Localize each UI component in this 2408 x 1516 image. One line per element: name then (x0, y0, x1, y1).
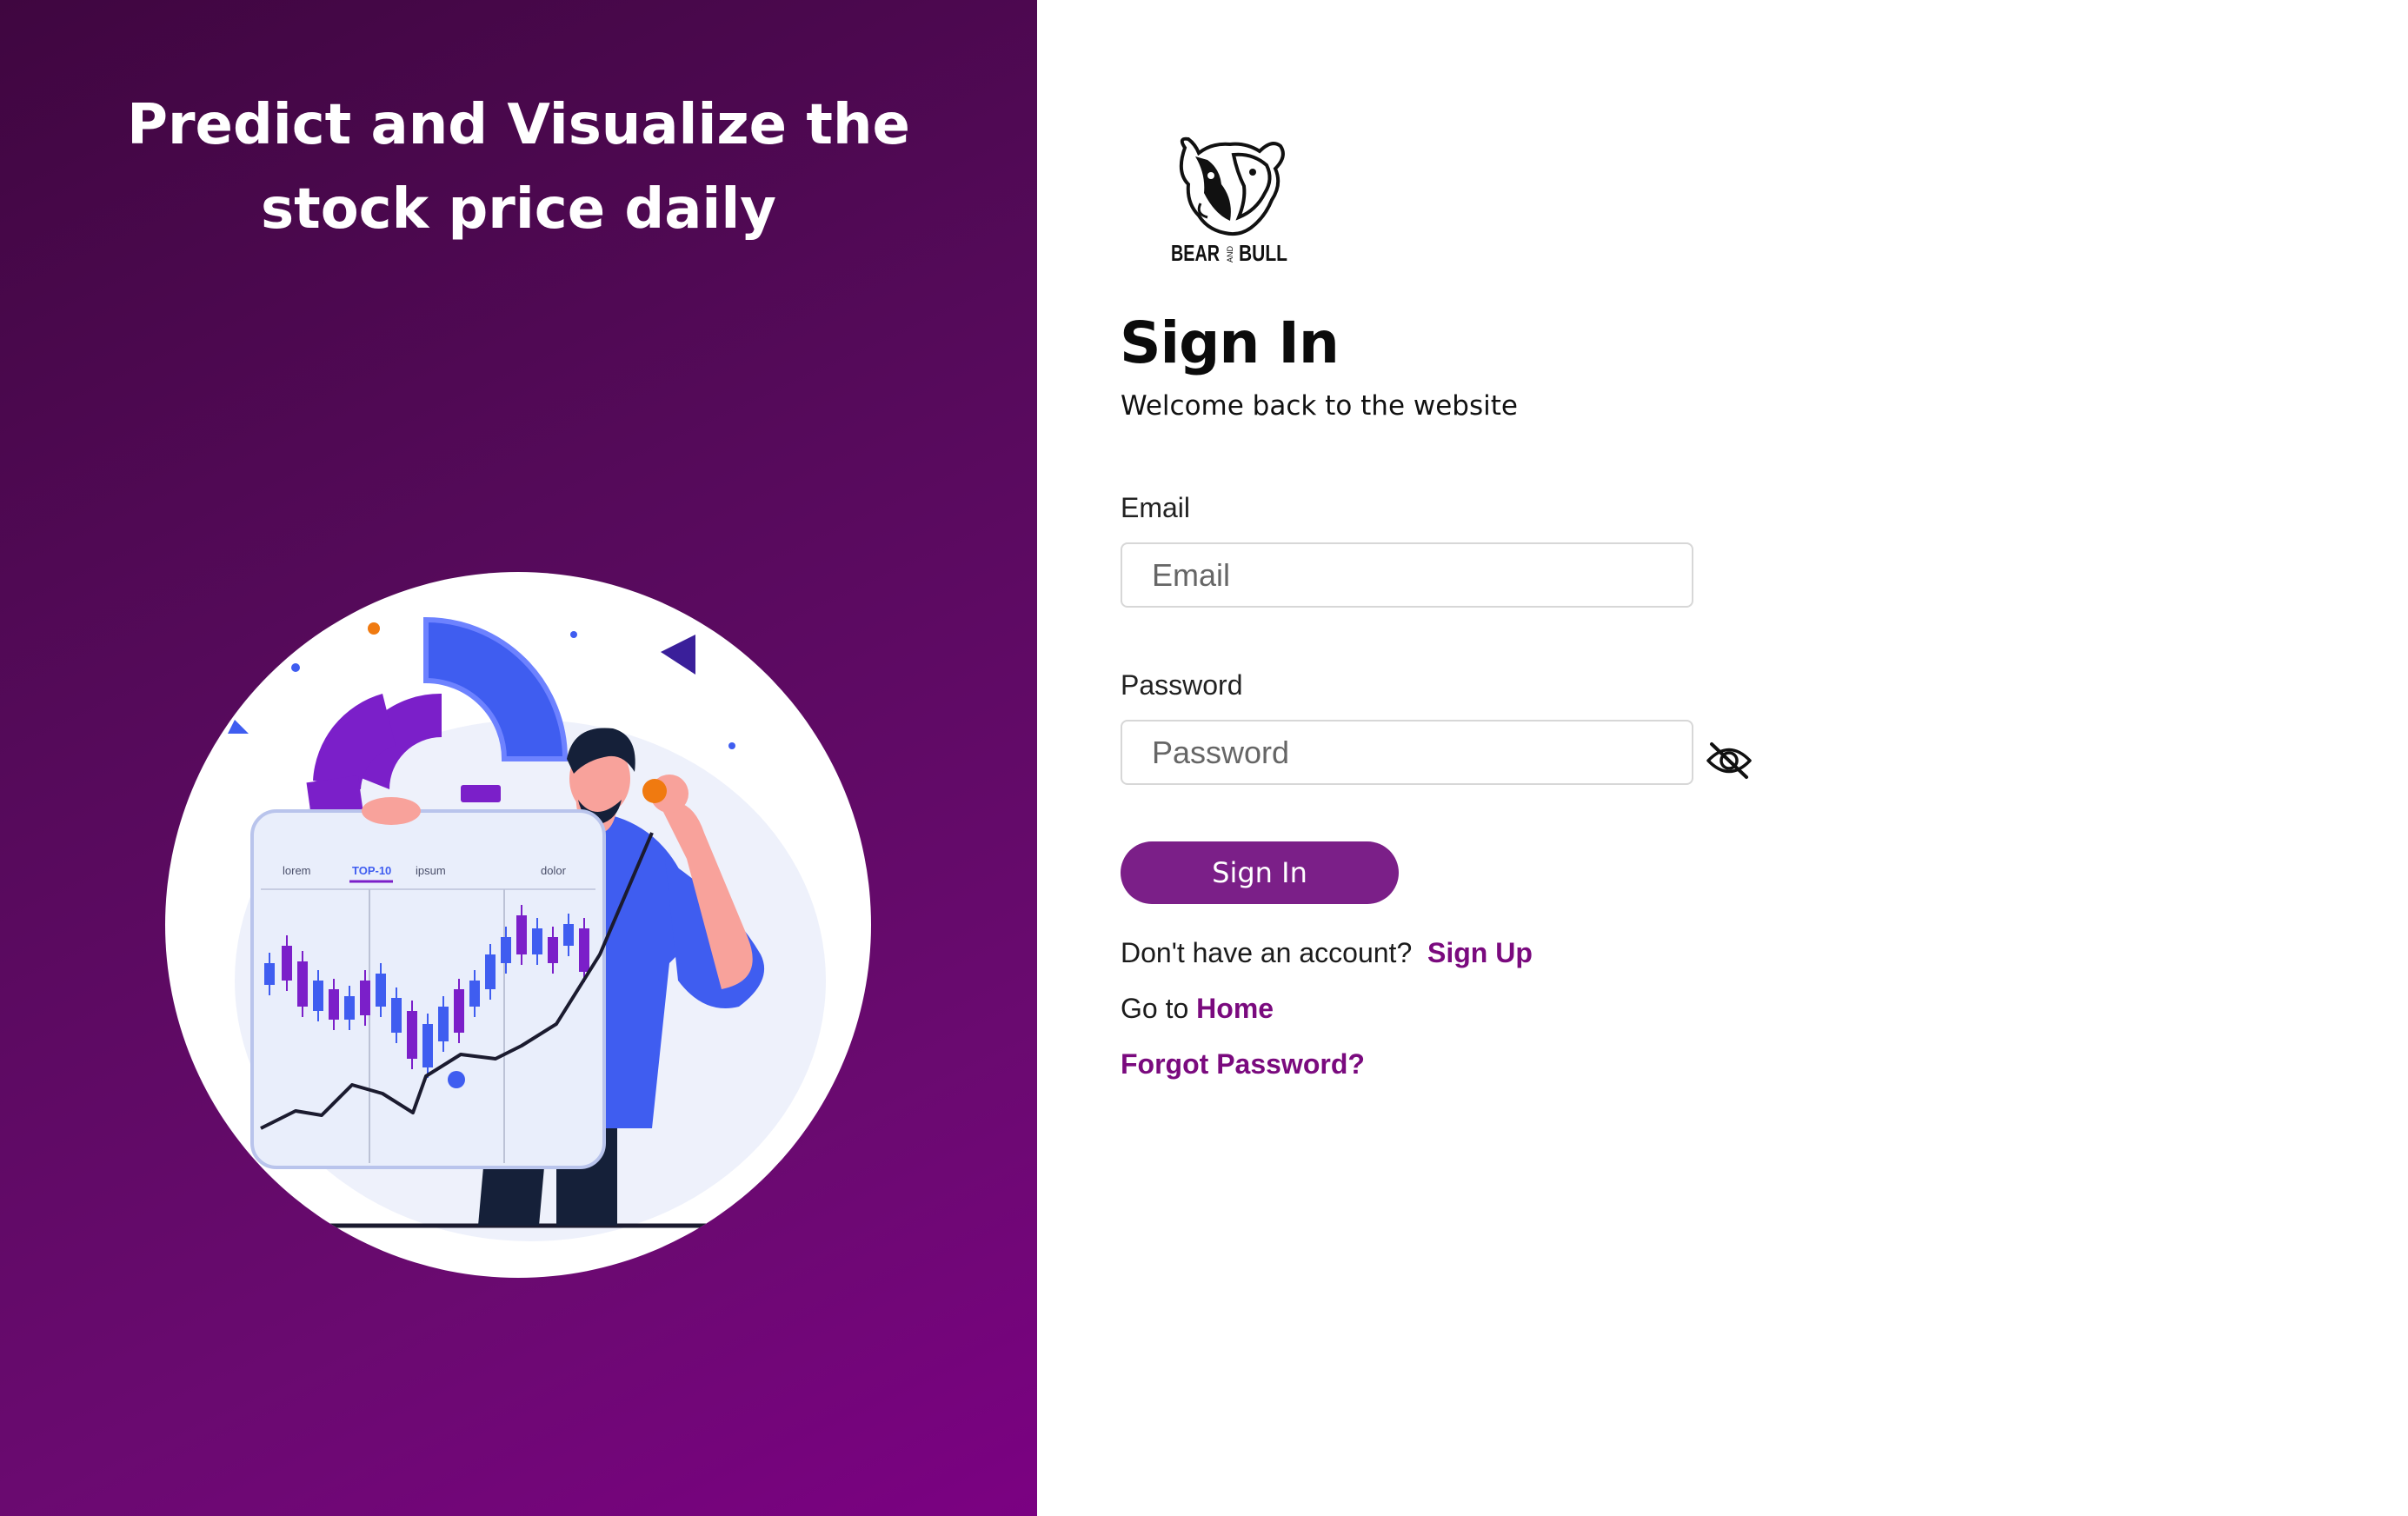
forgot-password-link[interactable]: Forgot Password? (1121, 1048, 1365, 1080)
confetti-dot (291, 663, 300, 672)
logo-text-and: AND (1226, 245, 1234, 263)
confetti-dot (368, 622, 380, 635)
logo-text-bear: BEAR (1171, 240, 1220, 263)
candle-body (360, 981, 370, 1015)
chart-tab-lorem: lorem (283, 864, 311, 877)
candle-body (454, 989, 464, 1033)
candle-body (563, 924, 574, 946)
chart-tab-dolor: dolor (541, 864, 567, 877)
bear-bull-logo: BEAR AND BULL (1171, 136, 1287, 263)
page-title: Sign In (1120, 309, 1340, 376)
candle-body (407, 1011, 417, 1059)
logo-text-bull: BULL (1239, 240, 1287, 263)
hero-title-line-2: stock price daily (261, 177, 776, 242)
password-visibility-toggle[interactable] (1704, 738, 1754, 783)
candle-body (469, 981, 480, 1007)
trend-line-marker (448, 1071, 465, 1088)
candle-body (422, 1024, 433, 1067)
home-prompt: Go to (1121, 993, 1189, 1024)
candle-body (532, 928, 542, 954)
chart-tab-top10: TOP-10 (352, 864, 391, 877)
candle-body (438, 1007, 449, 1041)
candle-body (376, 974, 386, 1007)
candle-body (501, 937, 511, 963)
sign-in-button[interactable]: Sign In (1121, 841, 1399, 904)
email-input[interactable] (1121, 542, 1693, 608)
candle-body (329, 989, 339, 1020)
candle-body (313, 981, 323, 1011)
password-input[interactable] (1121, 720, 1693, 785)
confetti-dot (570, 631, 577, 638)
bear-bull-logo-icon (1179, 136, 1285, 236)
candle-body (579, 928, 589, 972)
eye-off-icon (1706, 742, 1752, 779)
left-hero-panel: Predict and Visualize the stock price da… (0, 0, 1037, 1516)
home-link[interactable]: Home (1196, 993, 1274, 1024)
candle-body (516, 915, 527, 954)
forgot-row: Forgot Password? (1121, 1048, 1365, 1080)
signup-row: Don't have an account? Sign Up (1121, 937, 1533, 969)
page-subtitle: Welcome back to the website (1121, 390, 1518, 422)
candle-body (344, 996, 355, 1020)
stock-chart-illustration: lorem TOP-10 ipsum dolor (165, 572, 871, 1278)
password-label: Password (1121, 669, 1243, 701)
home-row: Go to Home (1121, 993, 1274, 1025)
confetti-dot (728, 742, 735, 749)
candle-body (485, 954, 496, 989)
hero-title-line-1: Predict and Visualize the (127, 93, 910, 157)
hero-title: Predict and Visualize the stock price da… (0, 83, 1037, 252)
candle-body (548, 937, 558, 963)
stylus-tip (642, 779, 667, 803)
candle-body (264, 963, 275, 985)
candle-body (297, 961, 308, 1007)
chart-tab-ipsum: ipsum (416, 864, 446, 877)
sign-up-link[interactable]: Sign Up (1427, 937, 1533, 968)
candle-body (282, 946, 292, 981)
email-label: Email (1121, 492, 1191, 523)
candle-body (391, 998, 402, 1033)
signup-prompt: Don't have an account? (1121, 937, 1413, 968)
